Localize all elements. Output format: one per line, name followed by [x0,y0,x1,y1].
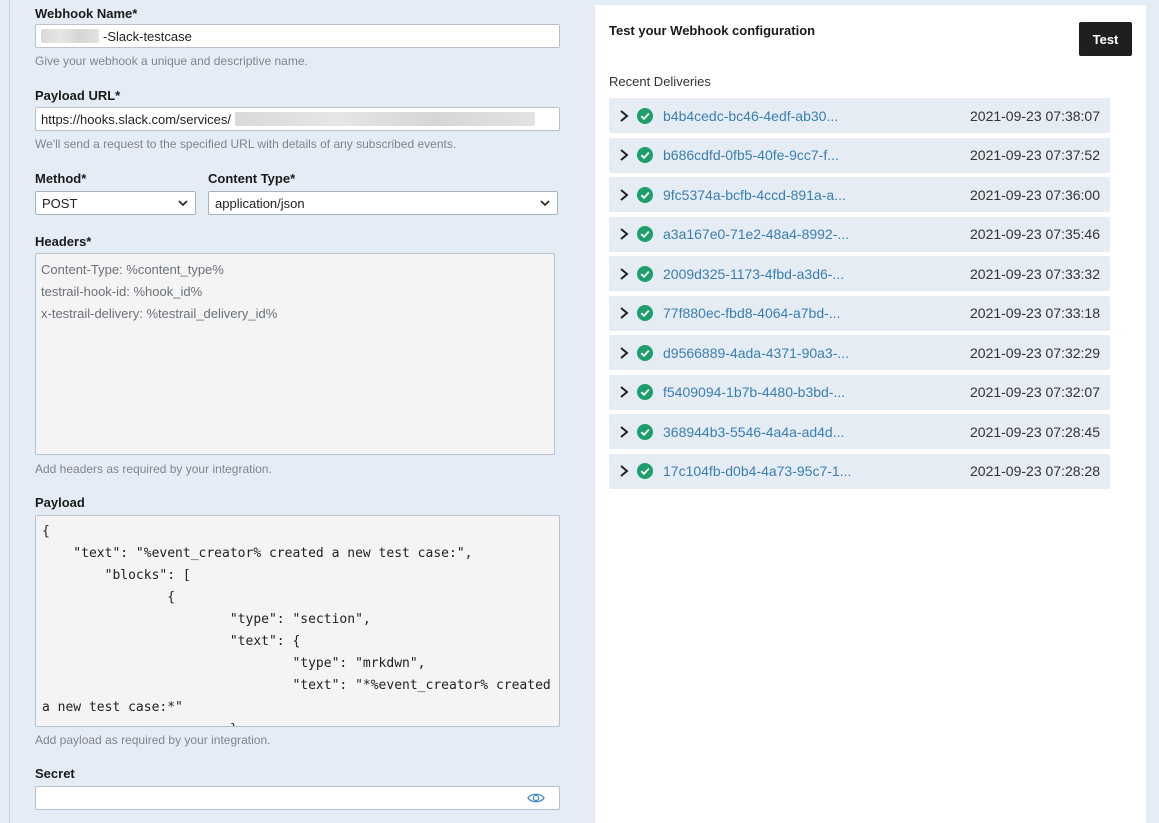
delivery-id-link[interactable]: 17c104fb-d0b4-4a73-95c7-1... [663,463,851,479]
secret-label: Secret [35,766,75,781]
header-line: testrail-hook-id: %hook_id% [41,284,203,299]
delivery-row[interactable]: f5409094-1b7b-4480-b3bd-... 2021-09-23 0… [609,374,1110,410]
webhook-name-input[interactable]: -Slack-testcase [35,24,560,48]
delivery-time: 2021-09-23 07:33:32 [970,265,1100,282]
webhook-name-value: -Slack-testcase [103,28,192,44]
delivery-id-link[interactable]: 77f880ec-fbd8-4064-a7bd-... [663,305,840,321]
payload-help: Add payload as required by your integrat… [35,733,271,747]
check-circle-icon [637,147,653,163]
delivery-time: 2021-09-23 07:38:07 [970,107,1100,124]
chevron-down-icon [178,200,188,207]
chevron-right-icon[interactable] [619,148,635,162]
check-circle-icon [637,305,653,321]
content-type-select[interactable]: application/json [208,191,558,215]
chevron-right-icon[interactable] [619,306,635,320]
header-line: Content-Type: %content_type% [41,262,224,277]
check-circle-icon [637,107,653,124]
delivery-id-link[interactable]: a3a167e0-71e2-48a4-8992-... [663,226,849,242]
webhook-name-help: Give your webhook a unique and descripti… [35,54,308,68]
headers-label: Headers* [35,234,92,249]
chevron-right-icon[interactable] [619,425,635,439]
test-button[interactable]: Test [1079,22,1132,56]
chevron-right-icon[interactable] [619,227,635,241]
delivery-row[interactable]: d9566889-4ada-4371-90a3-... 2021-09-23 0… [609,335,1110,370]
recent-deliveries-label: Recent Deliveries [609,74,711,89]
secret-input[interactable] [35,786,560,810]
chevron-right-icon[interactable] [619,267,635,281]
header-line: x-testrail-delivery: %testrail_delivery_… [41,306,278,321]
payload-url-value: https://hooks.slack.com/services/ [41,111,232,127]
check-circle-icon [637,344,653,361]
deliveries-list: b4b4cedc-bc46-4edf-ab30... 2021-09-23 07… [609,98,1110,493]
payload-url-input[interactable]: https://hooks.slack.com/services/ [35,107,560,131]
delivery-time: 2021-09-23 07:35:46 [970,226,1100,242]
payload-textarea[interactable]: { "text": "%event_creator% created a new… [35,515,560,727]
method-label: Method* [35,171,87,186]
redacted-text [41,29,99,43]
content-type-label: Content Type* [208,171,296,186]
delivery-id-link[interactable]: 2009d325-1173-4fbd-a3d6-... [663,266,844,282]
payload-label: Payload [35,495,85,510]
method-value: POST [42,195,78,211]
eye-icon[interactable] [527,791,545,805]
content-type-value: application/json [215,195,305,211]
chevron-down-icon [540,200,550,207]
page-left-border [9,0,10,823]
delivery-id-link[interactable]: 368944b3-5546-4a4a-ad4d... [663,424,844,440]
delivery-row[interactable]: 77f880ec-fbd8-4064-a7bd-... 2021-09-23 0… [609,295,1110,331]
chevron-right-icon[interactable] [619,346,635,360]
delivery-time: 2021-09-23 07:32:07 [970,384,1100,400]
delivery-time: 2021-09-23 07:37:52 [970,147,1100,163]
check-circle-icon [637,463,653,479]
method-select[interactable]: POST [35,191,196,215]
chevron-right-icon[interactable] [619,188,635,202]
delivery-row[interactable]: b4b4cedc-bc46-4edf-ab30... 2021-09-23 07… [609,98,1110,133]
delivery-row[interactable]: b686cdfd-0fb5-40fe-9cc7-f... 2021-09-23 … [609,137,1110,173]
chevron-right-icon[interactable] [619,109,635,123]
webhook-name-label: Webhook Name* [35,6,138,21]
delivery-id-link[interactable]: b4b4cedc-bc46-4edf-ab30... [663,108,838,124]
delivery-id-link[interactable]: b686cdfd-0fb5-40fe-9cc7-f... [663,147,839,163]
delivery-id-link[interactable]: d9566889-4ada-4371-90a3-... [663,345,849,361]
delivery-row[interactable]: 2009d325-1173-4fbd-a3d6-... 2021-09-23 0… [609,256,1110,291]
chevron-right-icon[interactable] [619,385,635,399]
delivery-time: 2021-09-23 07:28:28 [970,463,1100,479]
payload-code: { "text": "%event_creator% created a new… [42,524,551,726]
delivery-id-link[interactable]: f5409094-1b7b-4480-b3bd-... [663,384,845,400]
delivery-time: 2021-09-23 07:28:45 [970,423,1100,440]
delivery-row[interactable]: 368944b3-5546-4a4a-ad4d... 2021-09-23 07… [609,414,1110,449]
delivery-time: 2021-09-23 07:33:18 [970,305,1100,321]
check-circle-icon [637,186,653,203]
headers-help: Add headers as required by your integrat… [35,462,272,476]
panel-title: Test your Webhook configuration [609,23,816,38]
chevron-right-icon[interactable] [619,464,635,478]
check-circle-icon [637,423,653,440]
check-circle-icon [637,265,653,282]
delivery-id-link[interactable]: 9fc5374a-bcfb-4ccd-891a-a... [663,187,846,203]
test-webhook-panel: Test your Webhook configuration Test Rec… [595,5,1146,823]
headers-textarea[interactable]: Content-Type: %content_type% testrail-ho… [35,253,555,455]
delivery-row[interactable]: a3a167e0-71e2-48a4-8992-... 2021-09-23 0… [609,216,1110,252]
payload-url-help: We'll send a request to the specified UR… [35,137,457,151]
delivery-row[interactable]: 9fc5374a-bcfb-4ccd-891a-a... 2021-09-23 … [609,177,1110,212]
delivery-row[interactable]: 17c104fb-d0b4-4a73-95c7-1... 2021-09-23 … [609,453,1110,489]
payload-url-label: Payload URL* [35,88,121,103]
check-circle-icon [637,384,653,400]
check-circle-icon [637,226,653,242]
redacted-text [235,112,536,126]
delivery-time: 2021-09-23 07:32:29 [970,344,1100,361]
delivery-time: 2021-09-23 07:36:00 [970,186,1100,203]
